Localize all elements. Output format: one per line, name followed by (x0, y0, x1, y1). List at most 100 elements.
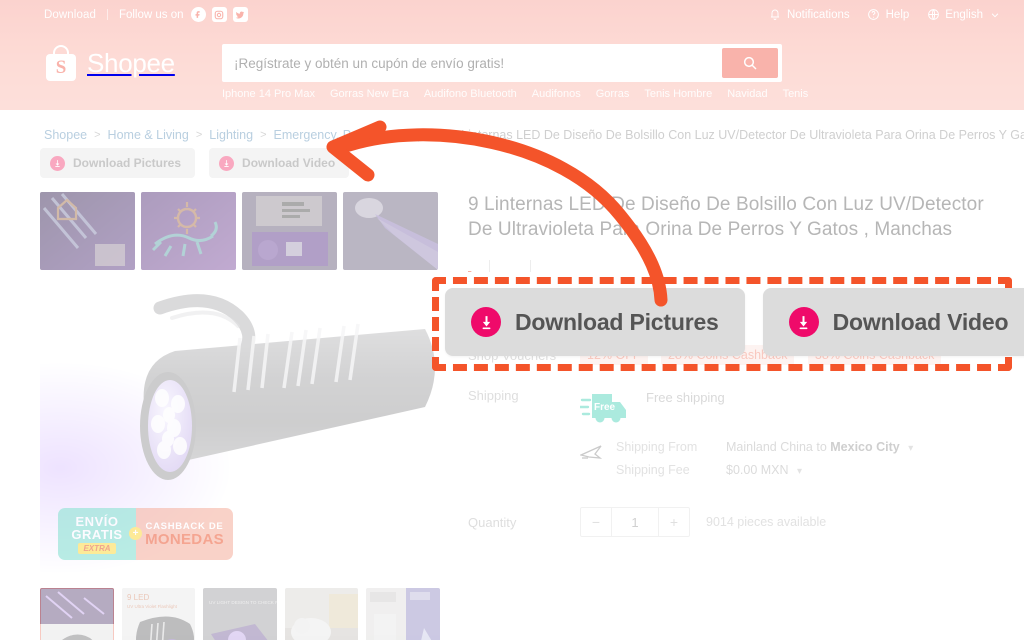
gallery-preview-thumb[interactable] (242, 192, 337, 270)
instagram-icon[interactable] (211, 7, 227, 22)
notifications-button[interactable]: Notifications (768, 8, 850, 22)
breadcrumb-separator: > (195, 129, 203, 141)
logo-letter: S (55, 57, 67, 78)
download-overlay-buttons: Download Pictures Download Video (445, 288, 1024, 356)
download-pictures-button[interactable]: Download Pictures (445, 288, 745, 356)
download-app-link[interactable]: Download (44, 9, 96, 21)
rating-count (508, 259, 511, 273)
breadcrumb-current: 9 Linternas LED De Diseño De Bolsillo Co… (450, 128, 1024, 142)
twitter-icon[interactable] (232, 7, 248, 22)
promo-badge-left: ENVÍO GRATIS EXTRA (58, 508, 136, 560)
promo-right-1: CASHBACK DE (145, 520, 224, 532)
download-video-button[interactable]: Download Video (762, 288, 1024, 356)
download-pictures-label-small: Download Pictures (73, 156, 182, 170)
breadcrumb-separator: > (437, 129, 444, 141)
hotword-7[interactable]: Tenis (783, 88, 809, 100)
hot-keywords: Iphone 14 Pro Max Gorras New Era Audifon… (0, 88, 1024, 100)
search-box (222, 44, 782, 82)
topbar-left-group: Download Follow us on (44, 7, 254, 22)
search-button[interactable] (722, 48, 778, 78)
promo-plus-icon: + (129, 527, 142, 540)
topbar-right-group: Notifications Help English (768, 8, 1002, 22)
gallery-thumbnail-strip: 9 LED UV Ultra Violet Flashlight UV LIGH… (40, 588, 440, 640)
promo-badge-right: CASHBACK DE MONEDAS (136, 508, 233, 560)
hotword-2[interactable]: Audifono Bluetooth (424, 88, 517, 100)
shopee-logo[interactable]: S Shopee (44, 45, 194, 81)
breadcrumb-item-3[interactable]: Emergency, Portable Lamps (274, 128, 431, 142)
rating-value (468, 259, 471, 273)
gallery-thumb[interactable]: UV LIGHT DESIGN TO CHECK PAPER MONEY (203, 588, 277, 640)
breadcrumb-item-2[interactable]: Lighting (209, 128, 253, 142)
hotword-4[interactable]: Gorras (596, 88, 630, 100)
breadcrumb: Shopee > Home & Living > Lighting > Emer… (44, 128, 1024, 142)
language-selector[interactable]: English (926, 8, 1002, 22)
topbar-divider (106, 9, 108, 20)
promo-right-2: MONEDAS (145, 530, 224, 548)
svg-text:UV LIGHT DESIGN TO CHECK PAPER: UV LIGHT DESIGN TO CHECK PAPER MONEY (209, 600, 277, 605)
stock-available-label: 9014 pieces available (706, 515, 827, 529)
gallery-preview-thumb[interactable] (141, 192, 236, 270)
download-video-button-small[interactable]: Download Video (209, 148, 350, 178)
quantity-decrement-button[interactable]: − (581, 508, 611, 536)
product-gallery: ENVÍO GRATIS EXTRA + CASHBACK DE MONEDAS (40, 192, 440, 640)
hotword-0[interactable]: Iphone 14 Pro Max (222, 88, 315, 100)
product-info: 9 Linternas LED De Diseño De Bolsillo Co… (468, 192, 984, 537)
utility-topbar: Download Follow us on Notifications Help… (0, 0, 1024, 29)
shipping-fee-label: Shipping Fee (616, 463, 690, 477)
shipping-from-value[interactable]: Mainland China to Mexico City ▾ (726, 440, 913, 454)
search-input[interactable] (222, 45, 722, 81)
help-label: Help (885, 8, 910, 21)
hotword-6[interactable]: Navidad (727, 88, 767, 100)
promo-line-2: GRATIS (71, 526, 123, 542)
download-pictures-label: Download Pictures (515, 308, 719, 335)
download-circle-icon (788, 307, 819, 337)
shipping-detail-block: Shipping From Mainland China to Mexico C… (579, 440, 984, 477)
free-shipping-label: Free shipping (646, 390, 725, 405)
bell-icon (768, 8, 782, 22)
language-label: English (945, 8, 983, 21)
shipping-to-word: to (816, 440, 827, 454)
gallery-thumb[interactable] (366, 588, 440, 640)
gallery-thumb[interactable] (284, 588, 359, 640)
shopee-bag-icon: S (44, 45, 78, 81)
download-circle-icon (471, 307, 501, 337)
search-icon (742, 55, 758, 71)
follow-us-label: Follow us on (118, 8, 184, 21)
quantity-row: Quantity − 1 + 9014 pieces available (468, 507, 984, 537)
download-video-label: Download Video (832, 308, 1009, 335)
gallery-preview-thumb[interactable] (343, 192, 438, 270)
svg-text:UV Ultra Violet Flashlight: UV Ultra Violet Flashlight (127, 604, 178, 609)
download-pictures-button-small[interactable]: Download Pictures (40, 148, 196, 178)
breadcrumb-item-0[interactable]: Shopee (44, 128, 87, 142)
product-main-image[interactable]: ENVÍO GRATIS EXTRA + CASHBACK DE MONEDAS (40, 278, 440, 578)
hotword-1[interactable]: Gorras New Era (330, 88, 409, 100)
gallery-thumb[interactable]: 9 LED UV Ultra Violet Flashlight (121, 588, 196, 640)
brand-name: Shopee (87, 48, 175, 78)
hotword-3[interactable]: Audifonos (532, 88, 581, 100)
quantity-increment-button[interactable]: + (659, 508, 689, 536)
breadcrumb-item-1[interactable]: Home & Living (108, 128, 189, 142)
quantity-label: Quantity (468, 514, 517, 530)
quantity-value[interactable]: 1 (611, 508, 659, 536)
svg-text:9 LED: 9 LED (127, 593, 149, 602)
gallery-thumb[interactable] (40, 588, 114, 640)
promo-line-1: ENVÍO (75, 513, 119, 529)
hotword-5[interactable]: Tenis Hombre (644, 88, 712, 100)
facebook-icon[interactable] (190, 7, 206, 22)
globe-icon (926, 8, 940, 22)
download-video-label-small: Download Video (242, 156, 336, 170)
question-circle-icon (867, 8, 881, 22)
free-badge-text: Free (594, 402, 616, 413)
shipping-destination: Mexico City (830, 440, 900, 454)
free-shipping-block: Free Free shipping (578, 386, 984, 426)
gallery-preview-thumb[interactable] (40, 192, 135, 270)
download-toolbar: Download Pictures Download Video (40, 148, 350, 178)
shipping-label: Shipping (468, 388, 519, 403)
help-button[interactable]: Help (867, 8, 910, 22)
sold-count (549, 259, 552, 273)
shipping-fee-value-wrap[interactable]: $0.00 MXN ▾ (726, 463, 913, 477)
shipping-from-label: Shipping From (616, 440, 698, 454)
download-circle-icon (219, 155, 235, 171)
download-circle-icon (50, 155, 65, 171)
promo-badge: ENVÍO GRATIS EXTRA + CASHBACK DE MONEDAS (58, 508, 233, 560)
